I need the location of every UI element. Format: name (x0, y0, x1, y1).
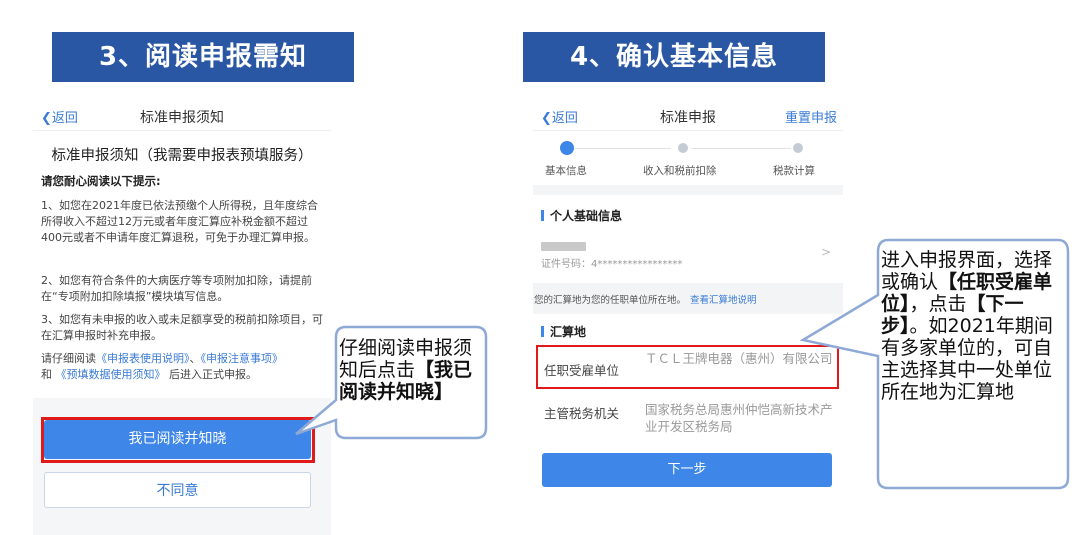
notice-read-links: 请仔细阅读《申报表使用说明》、《申报注意事项》 和 《预填数据使用须知》 后进入… (41, 351, 323, 383)
divider-band (533, 185, 843, 195)
link-separator: 、 (189, 352, 201, 365)
link-prefill-notice[interactable]: 《预填数据使用须知》 (56, 368, 166, 381)
notice-paragraph-3: 3、如您有未申报的收入或未足额享受的税前扣除项目，可在汇算申报时补充申报。 (41, 313, 323, 342)
chevron-right-icon[interactable]: > (821, 245, 831, 259)
highlight-frame (41, 417, 315, 463)
read-prefix: 请仔细阅读 (41, 352, 96, 365)
reset-button[interactable]: 重置申报 (785, 107, 837, 126)
tax-location-note: 您的汇算地为您的任职单位所在地。 查看汇算地说明 (533, 283, 843, 314)
read-suffix: 后进入正式申报。 (169, 368, 257, 381)
link-declaration-notes[interactable]: 《申报注意事项》 (201, 352, 284, 365)
notice-subhead: 请您耐心阅读以下提示: (41, 174, 161, 188)
step-4-header: 4、确认基本信息 (523, 32, 825, 82)
tax-office-value: 国家税务总局惠州仲恺高新技术产业开发区税务局 (645, 402, 833, 434)
callout-right-text: 进入申报界面，选择或确认【任职受雇单位】，点击【下一步】。如2021年期间有多家… (881, 249, 1058, 403)
progress-stepper: 基本信息 收入和税前扣除 税款计算 (533, 139, 843, 183)
navbar: ❮返回 标准申报须知 (33, 101, 331, 131)
notice-paragraph-2: 2、如您有符合条件的大病医疗等专项附加扣除，请提前在“专项附加扣除填报”模块填写… (41, 274, 312, 303)
step-dot (678, 143, 688, 153)
tax-office-label: 主管税务机关 (544, 406, 620, 421)
step-dot (793, 143, 803, 153)
section-tax-location: 汇算地 (541, 323, 586, 340)
step-3-header: 3、阅读申报需知 (52, 32, 354, 82)
link-usage-guide[interactable]: 《申报表使用说明》 (96, 352, 190, 365)
step-dot-active (560, 141, 574, 155)
declaration-screen: ❮返回 标准申报 重置申报 基本信息 收入和税前扣除 税款计算 个人基础信息 证… (533, 95, 843, 505)
notice-screen: ❮返回 标准申报须知 标准申报须知（我需要申报表预填服务） 请您耐心阅读以下提示… (33, 95, 331, 535)
link-location-explain[interactable]: 查看汇算地说明 (690, 295, 757, 306)
callout-left-text: 仔细阅读申报须知后点击【我已阅读并知晓】 (339, 337, 489, 403)
callout-right-c: ，点击 (909, 293, 967, 315)
read-and: 和 (41, 368, 52, 381)
highlight-frame (536, 345, 839, 389)
id-number: 证件号码：4***************** (541, 259, 683, 270)
navbar: ❮返回 标准申报 重置申报 (533, 101, 843, 131)
notice-paragraph-1: 1、如您在2021年度已依法预缴个人所得税，且年度综合所得收入不超过12万元或者… (41, 199, 318, 244)
next-button[interactable]: 下一步 (542, 453, 832, 487)
masked-name (541, 242, 586, 251)
step-label-income: 收入和税前扣除 (643, 165, 717, 177)
step-connector (691, 148, 791, 149)
step-label-tax: 税款计算 (773, 165, 815, 177)
step-label-basic-info: 基本信息 (545, 165, 587, 177)
section-personal-info: 个人基础信息 (541, 207, 622, 224)
page-title: 标准申报须知 (140, 110, 224, 126)
notice-title: 标准申报须知（我需要申报表预填服务） (51, 148, 313, 164)
step-connector (575, 148, 671, 149)
disagree-button[interactable]: 不同意 (44, 472, 311, 508)
note-text: 您的汇算地为您的任职单位所在地。 (534, 295, 687, 306)
